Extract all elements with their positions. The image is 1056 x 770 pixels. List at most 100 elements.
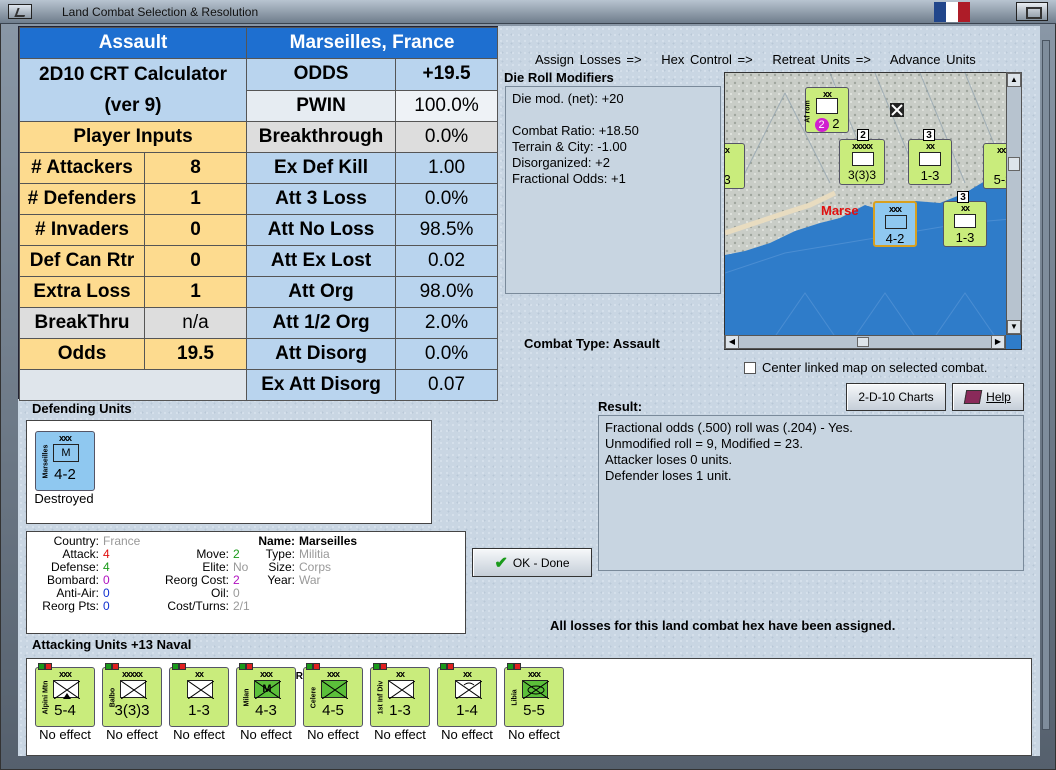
unit-stats: 2 2 xyxy=(806,116,848,132)
out-value-att-ex-lost: 0.02 xyxy=(395,245,499,277)
stack-count-badge: 2 xyxy=(857,129,869,141)
attacking-unit-1st-inf-div[interactable]: xx 1st Inf Div 1-3 xyxy=(370,663,430,727)
scroll-thumb[interactable] xyxy=(1008,157,1020,171)
attacking-units-panel: xxx Alpini Mtn 5-4 No effect xxxxx Balbo… xyxy=(26,658,1032,756)
out-value-odds: +19.5 xyxy=(395,58,499,91)
map-unit-partial-left[interactable]: xx -3 xyxy=(724,143,745,189)
location-header: Marseilles, France xyxy=(246,27,499,59)
out-label-odds: ODDS xyxy=(246,58,397,91)
center-linked-map-option[interactable]: Center linked map on selected combat. xyxy=(744,360,987,375)
motorized-symbol-icon xyxy=(321,680,348,699)
map-unit-marseilles[interactable]: xxx 4-2 xyxy=(873,201,917,247)
map-vertical-scrollbar[interactable]: ▲ ▼ xyxy=(1006,72,1022,335)
in-value-defenders[interactable]: 1 xyxy=(143,183,248,215)
scroll-down-arrow-icon[interactable]: ▼ xyxy=(1007,320,1021,334)
in-value-invaders[interactable]: 0 xyxy=(143,214,248,246)
reserve-marker: R xyxy=(295,671,303,682)
attacking-unit-xx-para[interactable]: xx 1-4 xyxy=(437,663,497,727)
in-label-odds: Odds xyxy=(19,338,145,370)
unit-info-panel: Country: France Attack: 4 Defense: 4 Bombar… xyxy=(26,531,466,634)
linked-map[interactable]: xx Af rom 2 2 xxxxx 3(3)3 xx 1-3 xxx 4-2… xyxy=(724,72,1022,350)
restore-window-button[interactable] xyxy=(1016,2,1048,21)
defending-unit-marseilles[interactable]: xxx M Marseilles 4-2 xyxy=(35,431,95,491)
drm-line xyxy=(512,107,714,123)
crt-calculator: Assault Marseilles, France 2D10 CRT Calc… xyxy=(18,26,499,401)
drm-line: Die mod. (net): +20 xyxy=(512,91,624,106)
map-unit-balbo[interactable]: xxxxx 3(3)3 xyxy=(839,139,885,185)
map-horizontal-scrollbar[interactable]: ◀ ▶ xyxy=(724,335,1006,349)
unit-stats: 5-4 xyxy=(54,702,76,719)
phase-steps: Assign Losses => Hex Control => Retreat … xyxy=(535,52,990,67)
scroll-up-arrow-icon[interactable]: ▲ xyxy=(1007,73,1021,87)
defending-unit-status: Destroyed xyxy=(34,491,94,506)
attacking-unit-alpini-mtn[interactable]: xxx Alpini Mtn 5-4 xyxy=(35,663,95,727)
window-edge-rail xyxy=(1042,40,1050,730)
step-hex-control[interactable]: Hex Control => xyxy=(661,52,752,67)
map-unit-af-rom[interactable]: xx Af rom 2 2 xyxy=(805,87,849,133)
unit-symbol-letter: M xyxy=(262,683,272,695)
attacking-unit-libia[interactable]: xxx Libia 5-5 xyxy=(504,663,564,727)
out-value-breakthrough: 0.0% xyxy=(395,121,499,153)
map-city-label: Marse xyxy=(821,203,859,218)
france-flag-icon xyxy=(934,2,970,22)
info-reorg-pts: 0 xyxy=(103,599,110,613)
unit-size: xx xyxy=(960,203,970,213)
ok-done-label: OK - Done xyxy=(512,555,570,570)
out-label-ex-def-kill: Ex Def Kill xyxy=(246,152,397,184)
unit-size: xx xyxy=(724,145,730,155)
attacking-unit-milan[interactable]: xxx M Milan 4-3 R xyxy=(236,663,303,727)
out-label-att-3-loss: Att 3 Loss xyxy=(246,183,397,215)
scroll-thumb[interactable] xyxy=(857,337,869,347)
step-assign-losses[interactable]: Assign Losses => xyxy=(535,52,642,67)
window-menu-icon[interactable] xyxy=(8,4,32,19)
result-box: Fractional odds (.500) roll was (.204) -… xyxy=(598,415,1024,571)
scroll-right-arrow-icon[interactable]: ▶ xyxy=(991,335,1005,349)
unit-stats: 4-3 xyxy=(255,702,277,719)
in-value-extra-loss[interactable]: 1 xyxy=(143,276,248,308)
in-label-invaders: # Invaders xyxy=(19,214,145,246)
in-value-attackers[interactable]: 8 xyxy=(143,152,248,184)
defending-units-label: Defending Units xyxy=(32,401,132,416)
stack-count-badge: 3 xyxy=(923,129,935,141)
info-label: Reorg Pts: xyxy=(42,599,99,613)
unit-stats: -3 xyxy=(724,172,731,187)
unit-stats: 1-3 xyxy=(389,702,411,719)
in-label-attackers: # Attackers xyxy=(19,152,145,184)
in-value-def-can-rtr[interactable]: 0 xyxy=(143,245,248,277)
charts-button-label: 2-D-10 Charts xyxy=(858,390,934,404)
unit-stats: 4-2 xyxy=(54,466,76,483)
crt-empty-cell xyxy=(18,369,248,401)
help-button[interactable]: Help xyxy=(952,383,1024,411)
result-label: Result: xyxy=(598,399,643,414)
attacking-unit-xx-1[interactable]: xx 1-3 xyxy=(169,663,229,727)
scroll-left-arrow-icon[interactable]: ◀ xyxy=(725,335,739,349)
in-label-def-can-rtr: Def Can Rtr xyxy=(19,245,145,277)
unit-stats: 1-3 xyxy=(188,702,210,719)
out-value-att-org: 98.0% xyxy=(395,276,499,308)
in-value-odds: 19.5 xyxy=(143,338,248,370)
charts-button[interactable]: 2-D-10 Charts xyxy=(846,383,946,411)
ok-done-button[interactable]: ✔ OK - Done xyxy=(472,548,592,577)
step-retreat-units[interactable]: Retreat Units => xyxy=(772,52,871,67)
info-column-3: Name: Marseilles Type: Militia Size: Corps … xyxy=(241,535,401,587)
player-inputs-heading: Player Inputs xyxy=(18,121,248,153)
out-value-ex-att-disorg: 0.07 xyxy=(395,369,499,401)
die-roll-label: Die Roll Modifiers xyxy=(504,70,614,85)
infantry-symbol-icon xyxy=(852,152,874,166)
center-linked-map-checkbox[interactable] xyxy=(744,361,756,374)
map-unit-1st-inf-div[interactable]: xx 1-3 xyxy=(943,201,987,247)
out-label-att-half-org: Att 1/2 Org xyxy=(246,307,397,339)
infantry-symbol-icon xyxy=(388,680,415,699)
attacking-unit-celere[interactable]: xxx Celere 4-5 xyxy=(303,663,363,727)
unit-size: xxx xyxy=(888,204,902,214)
step-advance-units[interactable]: Advance Units xyxy=(890,52,976,67)
unit-stats: 3(3)3 xyxy=(114,702,150,719)
result-line: Fractional odds (.500) roll was (.204) -… xyxy=(605,420,853,435)
unit-stats: 4-5 xyxy=(322,702,344,719)
out-value-att-3-loss: 0.0% xyxy=(395,183,499,215)
attacking-unit-balbo[interactable]: xxxxx Balbo 3(3)3 xyxy=(102,663,162,727)
die-roll-box: Die mod. (net): +20 Combat Ratio: +18.50… xyxy=(505,86,721,294)
map-unit-xx-1[interactable]: xx 1-3 xyxy=(908,139,952,185)
drm-line: Disorganized: +2 xyxy=(512,155,610,170)
infantry-symbol-icon xyxy=(919,152,941,166)
